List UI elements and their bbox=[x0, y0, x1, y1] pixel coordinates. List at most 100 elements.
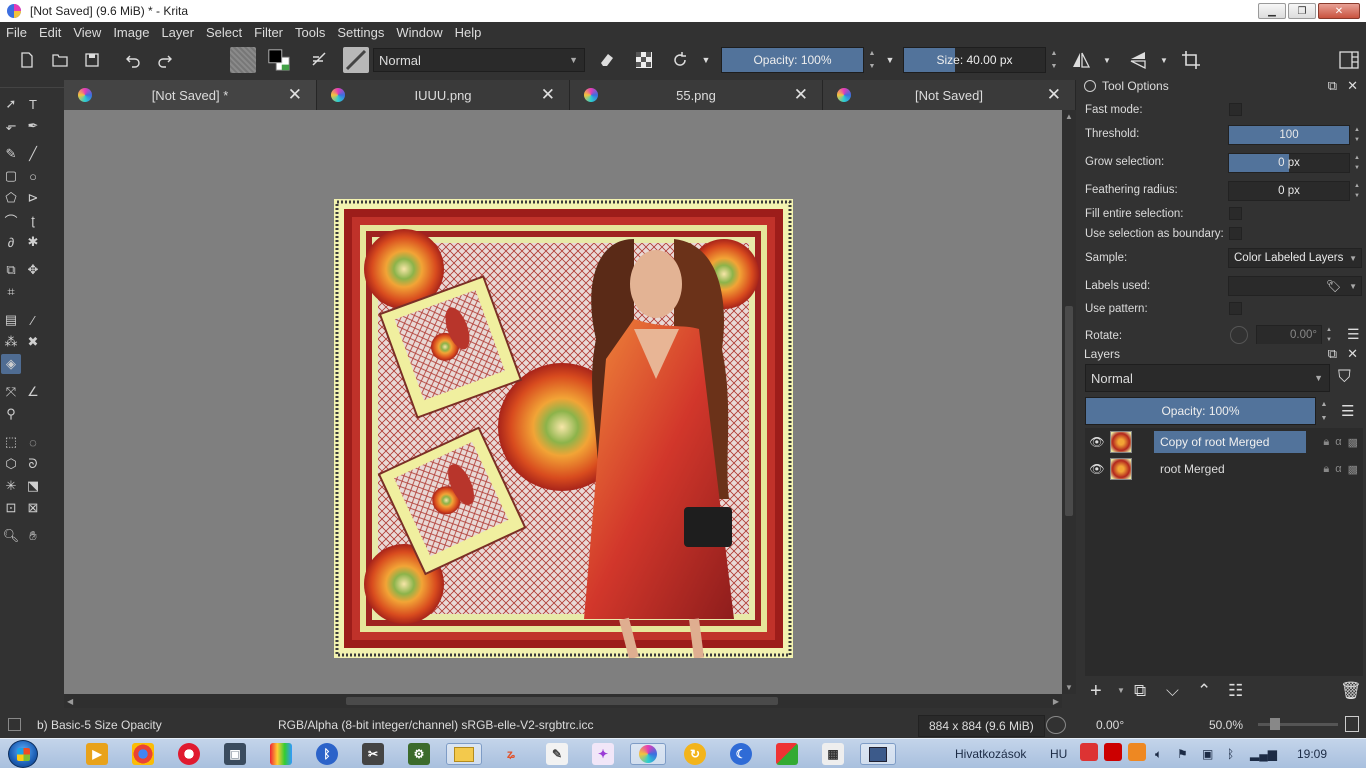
inherit-alpha-icon[interactable]: ▩ bbox=[1348, 463, 1358, 476]
alpha-lock-icon[interactable]: α bbox=[1335, 463, 1341, 476]
line-tool-icon[interactable]: ╱ bbox=[23, 144, 43, 164]
gradient-tool-icon[interactable]: ▤ bbox=[1, 310, 21, 330]
horizontal-scrollbar[interactable]: ◀ ▶ bbox=[64, 694, 1062, 708]
restore-button[interactable]: ❐ bbox=[1288, 3, 1316, 19]
menu-tools[interactable]: Tools bbox=[289, 25, 331, 40]
tab-not-saved-2[interactable]: [Not Saved] ✕ bbox=[823, 80, 1076, 110]
redo-icon[interactable] bbox=[153, 48, 177, 72]
delete-layer-icon[interactable]: 🗑︎ bbox=[1340, 681, 1362, 701]
rotation-dial-icon[interactable] bbox=[1046, 716, 1066, 734]
freehand-path-tool-icon[interactable]: ʈ bbox=[23, 210, 43, 230]
reload-preset-icon[interactable] bbox=[668, 48, 692, 72]
reference-images-tool-icon[interactable]: ⚲ bbox=[1, 404, 21, 424]
feathering-radius-spin-arrows[interactable]: ▲ ▼ bbox=[1352, 181, 1362, 201]
toolbox-handle[interactable] bbox=[0, 78, 64, 88]
scroll-right-icon[interactable]: ▶ bbox=[1053, 697, 1059, 706]
chrome-icon[interactable] bbox=[132, 743, 154, 765]
krita-taskbar-icon[interactable] bbox=[630, 743, 666, 765]
edit-shapes-tool-icon[interactable]: ⬐ bbox=[1, 116, 21, 136]
language-indicator[interactable]: HU bbox=[1050, 747, 1067, 761]
rotate-dial[interactable] bbox=[1230, 326, 1248, 344]
chevron-down-icon[interactable]: ▼ bbox=[698, 48, 714, 72]
canvas-only-icon[interactable] bbox=[1345, 716, 1359, 732]
close-icon[interactable]: ✕ bbox=[794, 85, 808, 105]
layer-opacity-spin-arrows[interactable]: ▲ ▼ bbox=[1318, 397, 1330, 425]
rotate-spin-arrows[interactable]: ▲ ▼ bbox=[1324, 325, 1334, 345]
calligraphy-tool-icon[interactable]: ✒ bbox=[23, 116, 43, 136]
undo-icon[interactable] bbox=[121, 48, 145, 72]
move-tool-icon[interactable]: ✥ bbox=[23, 260, 43, 280]
preserve-alpha-icon[interactable] bbox=[632, 48, 656, 72]
chevron-down-icon[interactable]: ▼ bbox=[1100, 48, 1114, 72]
menu-image[interactable]: Image bbox=[107, 25, 155, 40]
app-icon[interactable]: ✂ bbox=[362, 743, 384, 765]
bluetooth-tray-icon[interactable]: ᛒ bbox=[1227, 747, 1234, 761]
magnetic-selection-tool-icon[interactable]: ⊠ bbox=[23, 498, 43, 518]
close-icon[interactable]: ✕ bbox=[288, 85, 302, 105]
app-icon[interactable]: ☾ bbox=[730, 743, 752, 765]
text-tool-icon[interactable]: T bbox=[23, 94, 43, 114]
transform-tool-icon[interactable]: ⧉ bbox=[1, 260, 21, 280]
color-picker-tool-icon[interactable]: ⁄ bbox=[23, 310, 43, 330]
layer-properties-icon[interactable]: ☷ bbox=[1228, 681, 1243, 701]
dynamic-brush-tool-icon[interactable]: ∂ bbox=[1, 232, 21, 252]
grow-selection-slider[interactable]: 0 px bbox=[1228, 153, 1350, 173]
links-toolbar-label[interactable]: Hivatkozások bbox=[955, 747, 1026, 761]
status-dimensions[interactable]: 884 x 884 (9.6 MiB) bbox=[918, 715, 1045, 737]
minimize-button[interactable]: ▁ bbox=[1258, 3, 1286, 19]
menu-filter[interactable]: Filter bbox=[248, 25, 289, 40]
scroll-left-icon[interactable]: ◀ bbox=[67, 697, 73, 706]
menu-select[interactable]: Select bbox=[200, 25, 248, 40]
tab-not-saved-1[interactable]: [Not Saved] * ✕ bbox=[64, 80, 317, 110]
menu-layer[interactable]: Layer bbox=[155, 25, 200, 40]
tab-55[interactable]: 55.png ✕ bbox=[570, 80, 823, 110]
media-player-icon[interactable]: ▶ bbox=[86, 743, 108, 765]
polygon-selection-tool-icon[interactable]: ⬡ bbox=[1, 454, 21, 474]
pan-tool-icon[interactable]: ✋︎ bbox=[23, 526, 43, 546]
close-icon[interactable]: ✕ bbox=[1347, 78, 1358, 94]
volume-icon[interactable]: 🔈︎ bbox=[1155, 747, 1162, 762]
file-explorer-icon[interactable] bbox=[446, 743, 482, 765]
layer-row[interactable]: 👁︎ Copy of root Merged 🔒︎ α ▩ bbox=[1086, 429, 1362, 455]
colorize-mask-tool-icon[interactable]: ✖ bbox=[23, 332, 43, 352]
scroll-up-icon[interactable]: ▲ bbox=[1065, 112, 1073, 121]
new-document-icon[interactable] bbox=[15, 48, 39, 72]
eraser-icon[interactable] bbox=[595, 48, 619, 72]
freehand-brush-tool-icon[interactable]: ✎ bbox=[1, 144, 21, 164]
chevron-down-icon[interactable]: ▼ bbox=[1117, 686, 1125, 695]
move-layer-up-icon[interactable]: ⌃ bbox=[1197, 681, 1211, 701]
app-icon[interactable]: ✎ bbox=[546, 743, 568, 765]
layer-name[interactable]: Copy of root Merged bbox=[1154, 431, 1306, 453]
bezier-tool-icon[interactable]: ⌒ bbox=[1, 210, 21, 230]
rectangle-selection-tool-icon[interactable]: ⬚ bbox=[1, 432, 21, 452]
alpha-lock-icon[interactable]: α bbox=[1335, 436, 1341, 449]
rotate-input[interactable]: 0.00° bbox=[1256, 325, 1322, 345]
lock-icon[interactable]: 🔒︎ bbox=[1323, 436, 1329, 449]
color-selector-icon[interactable] bbox=[267, 48, 291, 72]
rectangle-tool-icon[interactable]: ▢ bbox=[1, 166, 21, 186]
app-icon[interactable]: ▣ bbox=[224, 743, 246, 765]
zoom-slider-handle[interactable] bbox=[1270, 718, 1280, 730]
eye-icon[interactable]: 👁︎ bbox=[1086, 462, 1108, 476]
menu-view[interactable]: View bbox=[67, 25, 107, 40]
opera-icon[interactable] bbox=[178, 743, 200, 765]
add-layer-icon[interactable]: + bbox=[1090, 680, 1102, 703]
layer-opacity-slider[interactable]: Opacity: 100% bbox=[1085, 397, 1316, 425]
action-center-icon[interactable]: ⚑ bbox=[1177, 747, 1188, 761]
multibrush-tool-icon[interactable]: ✱ bbox=[23, 232, 43, 252]
measure-tool-icon[interactable]: ∠ bbox=[23, 382, 43, 402]
bluetooth-icon[interactable]: ᛒ bbox=[316, 743, 338, 765]
menu-icon[interactable]: ☰ bbox=[1347, 326, 1360, 343]
filter-icon[interactable]: ⛉ bbox=[1338, 367, 1351, 387]
clock[interactable]: 19:09 bbox=[1297, 747, 1327, 761]
mirror-horizontal-icon[interactable] bbox=[1069, 48, 1093, 72]
layer-row[interactable]: 👁︎ root Merged 🔒︎ α ▩ bbox=[1086, 456, 1362, 482]
network-icon[interactable]: ▂▄▆ bbox=[1250, 747, 1277, 761]
close-icon[interactable]: ✕ bbox=[1347, 346, 1358, 362]
open-icon[interactable] bbox=[48, 48, 72, 72]
app-icon[interactable]: ✦ bbox=[592, 743, 614, 765]
tray-app-icon[interactable] bbox=[1128, 743, 1146, 761]
polygon-tool-icon[interactable]: ⬠ bbox=[1, 188, 21, 208]
vertical-scroll-thumb[interactable] bbox=[1065, 306, 1073, 516]
feathering-radius-slider[interactable]: 0 px bbox=[1228, 181, 1350, 201]
